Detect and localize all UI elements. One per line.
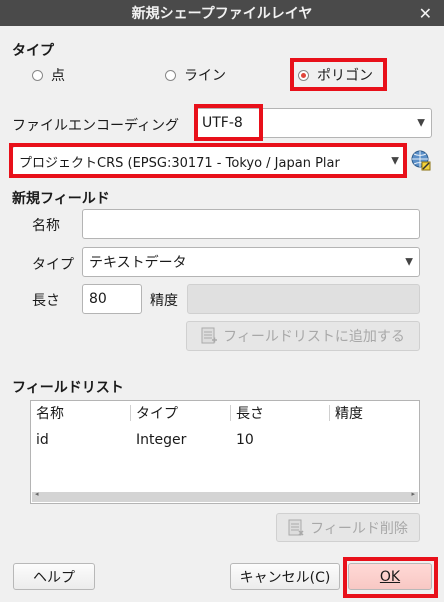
type-section-label: タイプ — [12, 43, 54, 59]
field-type-label: タイプ — [32, 257, 74, 273]
cancel-button-label: キャンセル(C) — [239, 569, 331, 586]
add-field-icon — [201, 327, 218, 345]
field-name-label: 名称 — [32, 218, 60, 234]
highlight-crs — [9, 143, 407, 178]
field-list-section-label: フィールドリスト — [12, 380, 124, 396]
crs-globe-icon[interactable] — [410, 148, 432, 174]
highlight-polygon — [290, 58, 387, 91]
radio-point[interactable]: 点 — [32, 65, 65, 85]
highlight-ok — [343, 557, 438, 598]
new-field-section-label: 新規フィールド — [12, 191, 110, 207]
field-precision-label: 精度 — [150, 293, 178, 309]
radio-line[interactable]: ライン — [165, 65, 226, 85]
horizontal-scrollbar[interactable]: ◂ ▸ — [32, 490, 418, 502]
field-length-label: 長さ — [32, 293, 60, 309]
column-header-length[interactable]: 長さ — [231, 401, 329, 425]
window-title: 新規シェープファイルレイヤ — [131, 6, 313, 22]
radio-point-label: 点 — [51, 68, 65, 84]
radio-line-label: ライン — [184, 68, 226, 84]
table-cell-type[interactable]: Integer — [136, 432, 186, 448]
delete-field-button[interactable]: フィールド削除 — [276, 513, 420, 542]
column-header-type[interactable]: タイプ — [131, 401, 231, 425]
add-to-field-list-label: フィールドリストに追加する — [223, 329, 405, 345]
title-bar: 新規シェープファイルレイヤ ✕ — [0, 0, 444, 26]
encoding-label: ファイルエンコーディング — [12, 118, 180, 134]
cancel-button[interactable]: キャンセル(C) — [230, 563, 340, 590]
scroll-right-icon[interactable]: ▸ — [411, 490, 415, 498]
column-header-precision[interactable]: 精度 — [330, 401, 420, 425]
help-button[interactable]: ヘルプ — [13, 563, 95, 590]
close-icon[interactable]: ✕ — [419, 4, 432, 23]
field-type-value: テキストデータ — [89, 255, 187, 271]
field-length-value: 80 — [89, 291, 107, 307]
field-length-input[interactable]: 80 — [82, 284, 142, 314]
radio-point-circle[interactable] — [32, 69, 43, 81]
add-to-field-list-button[interactable]: フィールドリストに追加する — [186, 321, 420, 351]
help-button-label: ヘルプ — [33, 569, 75, 586]
field-precision-input[interactable] — [187, 284, 420, 314]
table-cell-name[interactable]: id — [36, 432, 49, 448]
field-type-select[interactable]: テキストデータ ▼ — [82, 247, 420, 277]
field-list-table[interactable]: 名称 タイプ 長さ 精度 id Integer 10 ◂ ▸ — [30, 400, 420, 504]
chevron-down-icon: ▼ — [417, 117, 425, 129]
table-cell-length[interactable]: 10 — [236, 432, 254, 448]
chevron-down-icon: ▼ — [405, 256, 413, 268]
field-name-input[interactable] — [82, 209, 420, 239]
column-header-name[interactable]: 名称 — [31, 401, 130, 425]
delete-field-label: フィールド削除 — [310, 520, 408, 537]
radio-line-circle[interactable] — [165, 69, 176, 81]
delete-field-icon — [288, 519, 304, 537]
scroll-left-icon[interactable]: ◂ — [35, 490, 39, 498]
highlight-encoding — [194, 104, 263, 141]
